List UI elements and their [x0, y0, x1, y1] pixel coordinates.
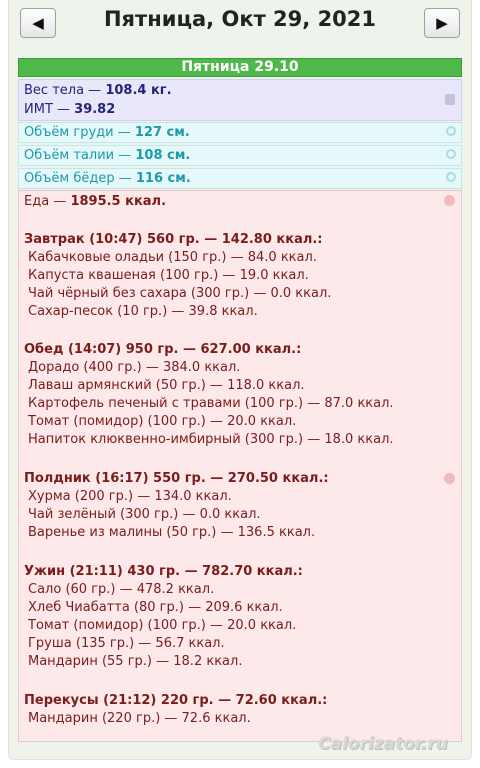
food-item: Хлеб Чиабатта (80 гр.) — 209.6 ккал.: [28, 600, 283, 615]
food-item: Мандарин (220 гр.) — 72.6 ккал.: [28, 711, 251, 726]
food-total-value: 1895.5 ккал.: [70, 194, 167, 209]
measure-value: 108 см.: [135, 148, 191, 163]
food-item: Лаваш армянский (50 гр.) — 118.0 ккал.: [28, 378, 305, 393]
food-item: Чай чёрный без сахара (300 гр.) — 0.0 кк…: [28, 286, 332, 301]
food-item: Картофель печеный с травами (100 гр.) — …: [28, 396, 394, 411]
meal-title-dinner: Ужин (21:11) 430 гр. — 782.70 ккал.:: [24, 564, 303, 579]
date-title: Пятница, Окт 29, 2021: [103, 7, 377, 31]
scale-icon: [445, 94, 455, 105]
meal-title-snack: Полдник (16:17) 550 гр. — 270.50 ккал.:: [24, 471, 329, 486]
food-item: Хурма (200 гр.) — 134.0 ккал.: [28, 489, 232, 504]
weight-section[interactable]: Вес тела — 108.4 кг. ИМТ — 39.82: [18, 79, 462, 121]
apple-icon: [444, 473, 455, 484]
weight-label: Вес тела —: [24, 83, 106, 98]
measure-waist[interactable]: Объём талии — 108 см.: [18, 145, 462, 166]
food-item: Томат (помидор) (100 гр.) — 20.0 ккал.: [28, 414, 297, 429]
food-item: Дорадо (400 гр.) — 384.0 ккал.: [28, 360, 241, 375]
bmi-value: 39.82: [74, 102, 116, 117]
tape-icon: [446, 172, 456, 182]
food-item: Томат (помидор) (100 гр.) — 20.0 ккал.: [28, 618, 297, 633]
food-section[interactable]: Еда — 1895.5 ккал. Завтрак (10:47) 560 г…: [18, 190, 462, 742]
food-item: Напиток клюквенно-имбирный (300 гр.) — 1…: [28, 432, 394, 447]
measure-value: 116 см.: [135, 171, 191, 186]
food-total-label: Еда —: [24, 194, 71, 209]
tape-icon: [446, 126, 456, 136]
measure-hips[interactable]: Объём бёдер — 116 см.: [18, 168, 462, 189]
weight-line: Вес тела — 108.4 кг.: [24, 83, 172, 98]
meal-title-extras: Перекусы (21:12) 220 гр. — 72.60 ккал.:: [24, 693, 328, 708]
food-item: Мандарин (55 гр.) — 18.2 ккал.: [28, 654, 243, 669]
date-header: ◀ Пятница, Окт 29, 2021 ▶: [0, 0, 480, 50]
measure-label: Объём груди —: [24, 125, 135, 140]
measure-value: 127 см.: [134, 125, 190, 140]
food-item: Чай зелёный (300 гр.) — 0.0 ккал.: [28, 507, 261, 522]
day-bar: Пятница 29.10: [18, 58, 462, 77]
tape-icon: [446, 149, 456, 159]
measure-label: Объём талии —: [24, 148, 136, 163]
weight-value: 108.4 кг.: [105, 83, 172, 98]
food-item: Сало (60 гр.) — 478.2 ккал.: [28, 582, 215, 597]
meal-title-lunch: Обед (14:07) 950 гр. — 627.00 ккал.:: [24, 342, 302, 357]
measure-label: Объём бёдер —: [24, 171, 136, 186]
prev-day-button[interactable]: ◀: [20, 8, 56, 38]
food-item: Кабачковые оладьи (150 гр.) — 84.0 ккал.: [28, 250, 317, 265]
food-item: Капуста квашеная (100 гр.) — 19.0 ккал.: [28, 268, 309, 283]
measure-chest[interactable]: Объём груди — 127 см.: [18, 122, 462, 143]
food-item: Варенье из малины (50 гр.) — 136.5 ккал.: [28, 525, 316, 540]
watermark-logo: Calorizator.ru: [318, 734, 448, 754]
food-item: Груша (135 гр.) — 56.7 ккал.: [28, 636, 225, 651]
bmi-line: ИМТ — 39.82: [24, 102, 115, 117]
meal-title-breakfast: Завтрак (10:47) 560 гр. — 142.80 ккал.:: [24, 232, 323, 247]
food-total: Еда — 1895.5 ккал.: [24, 194, 166, 209]
apple-icon: [444, 195, 455, 206]
bmi-label: ИМТ —: [24, 102, 75, 117]
food-item: Сахар-песок (10 гр.) — 39.8 ккал.: [28, 304, 258, 319]
next-day-button[interactable]: ▶: [424, 8, 460, 38]
